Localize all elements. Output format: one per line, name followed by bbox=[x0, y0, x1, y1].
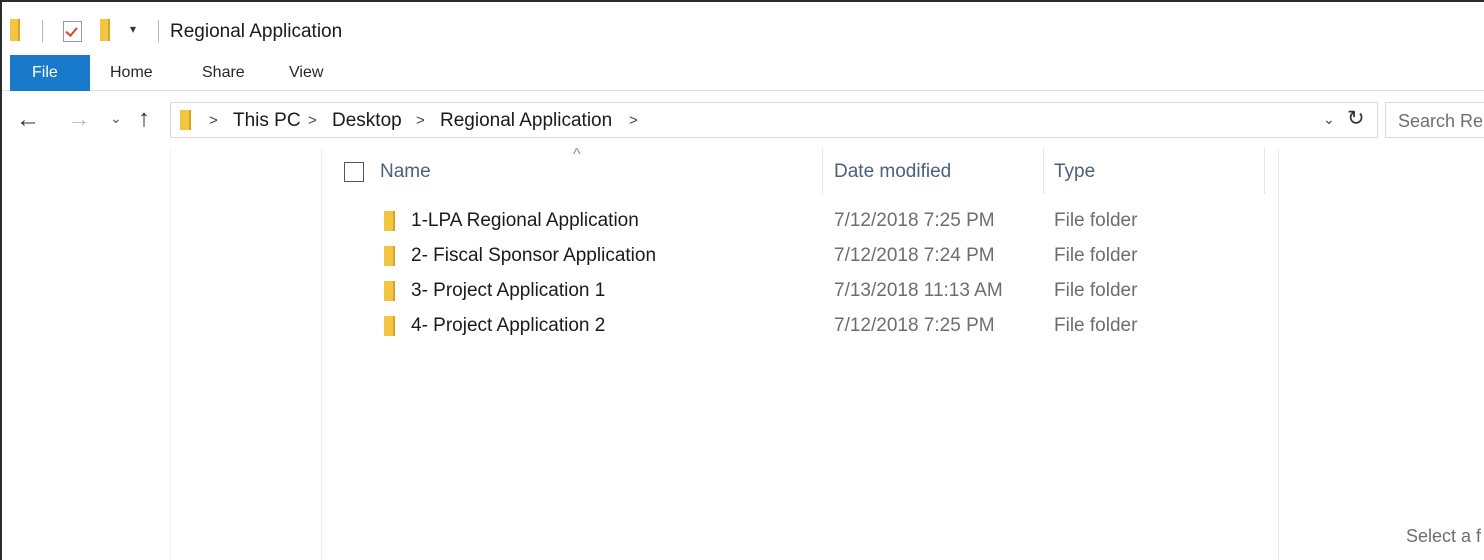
file-date-modified: 7/12/2018 7:24 PM bbox=[834, 245, 995, 266]
breadcrumb-this-pc[interactable]: This PC bbox=[233, 110, 301, 132]
up-arrow-icon[interactable]: ↑ bbox=[138, 105, 150, 133]
file-name: 3- Project Application 1 bbox=[411, 280, 606, 301]
customize-quick-access-icon[interactable]: ▾ bbox=[130, 22, 136, 36]
column-divider[interactable] bbox=[1043, 148, 1044, 194]
select-all-checkbox[interactable] bbox=[344, 162, 364, 182]
forward-arrow-icon[interactable]: → bbox=[68, 106, 90, 132]
breadcrumb-chevron-icon[interactable]: > bbox=[629, 112, 638, 129]
title-bar: ▾ Regional Application bbox=[2, 2, 1484, 52]
column-header-date-modified[interactable]: Date modified bbox=[834, 161, 951, 183]
column-divider[interactable] bbox=[1264, 148, 1265, 194]
file-row[interactable]: 1-LPA Regional Application 7/12/2018 7:2… bbox=[322, 205, 1278, 239]
folder-icon bbox=[10, 19, 20, 41]
navigation-bar: ← → ⌄ ↑ > This PC > Desktop > Regional A… bbox=[2, 100, 1484, 142]
window-title: Regional Application bbox=[170, 21, 343, 42]
back-arrow-icon[interactable]: ← bbox=[16, 106, 40, 134]
address-history-chevron-icon[interactable]: ⌄ bbox=[1323, 111, 1335, 128]
ribbon-tabs: File Home Share View bbox=[2, 55, 1484, 91]
folder-icon bbox=[384, 316, 395, 336]
file-name: 1-LPA Regional Application bbox=[411, 210, 639, 231]
file-type: File folder bbox=[1054, 315, 1138, 336]
preview-pane-message: Select a f bbox=[1406, 526, 1482, 546]
preview-pane-divider[interactable] bbox=[1278, 148, 1279, 560]
folder-icon bbox=[384, 211, 395, 231]
column-header-name[interactable]: Name bbox=[380, 161, 431, 183]
refresh-icon[interactable]: ↻ bbox=[1347, 106, 1365, 131]
sort-ascending-icon: ^ bbox=[573, 146, 581, 163]
tab-home[interactable]: Home bbox=[110, 55, 153, 91]
file-date-modified: 7/12/2018 7:25 PM bbox=[834, 315, 995, 336]
new-folder-icon[interactable] bbox=[100, 19, 110, 41]
tab-share[interactable]: Share bbox=[202, 55, 245, 91]
file-row[interactable]: 2- Fiscal Sponsor Application 7/12/2018 … bbox=[322, 240, 1278, 274]
pane-divider bbox=[170, 148, 171, 560]
folder-icon bbox=[180, 110, 191, 130]
folder-icon bbox=[384, 281, 395, 301]
file-type: File folder bbox=[1054, 280, 1138, 301]
file-date-modified: 7/12/2018 7:25 PM bbox=[834, 210, 995, 231]
search-placeholder: Search Re bbox=[1398, 111, 1484, 131]
breadcrumb-chevron-icon[interactable]: > bbox=[209, 112, 218, 129]
file-date-modified: 7/13/2018 11:13 AM bbox=[834, 280, 1003, 301]
navigation-pane[interactable] bbox=[2, 148, 322, 560]
toolbar-separator bbox=[42, 20, 43, 42]
folder-icon bbox=[384, 246, 395, 266]
file-name: 4- Project Application 2 bbox=[411, 315, 606, 336]
recent-locations-chevron-icon[interactable]: ⌄ bbox=[110, 110, 122, 127]
address-bar[interactable]: > This PC > Desktop > Regional Applicati… bbox=[170, 102, 1378, 138]
file-type: File folder bbox=[1054, 245, 1138, 266]
breadcrumb-regional-application[interactable]: Regional Application bbox=[440, 110, 612, 132]
file-type: File folder bbox=[1054, 210, 1138, 231]
file-name: 2- Fiscal Sponsor Application bbox=[411, 245, 657, 266]
properties-checkmark-icon[interactable] bbox=[63, 21, 82, 42]
tab-view[interactable]: View bbox=[289, 55, 323, 91]
file-row[interactable]: 4- Project Application 2 7/12/2018 7:25 … bbox=[322, 310, 1278, 344]
toolbar-separator bbox=[158, 20, 159, 42]
column-divider[interactable] bbox=[822, 148, 823, 194]
breadcrumb-chevron-icon[interactable]: > bbox=[308, 112, 317, 129]
file-explorer-window: ▾ Regional Application File Home Share V… bbox=[0, 0, 1484, 560]
column-header-row: ^ Name Date modified Type bbox=[322, 146, 1278, 198]
breadcrumb-chevron-icon[interactable]: > bbox=[416, 112, 425, 129]
tab-file[interactable]: File bbox=[10, 55, 90, 91]
file-row[interactable]: 3- Project Application 1 7/13/2018 11:13… bbox=[322, 275, 1278, 309]
breadcrumb-desktop[interactable]: Desktop bbox=[332, 110, 402, 132]
column-header-type[interactable]: Type bbox=[1054, 161, 1095, 183]
search-input[interactable]: Search Re bbox=[1385, 102, 1484, 138]
